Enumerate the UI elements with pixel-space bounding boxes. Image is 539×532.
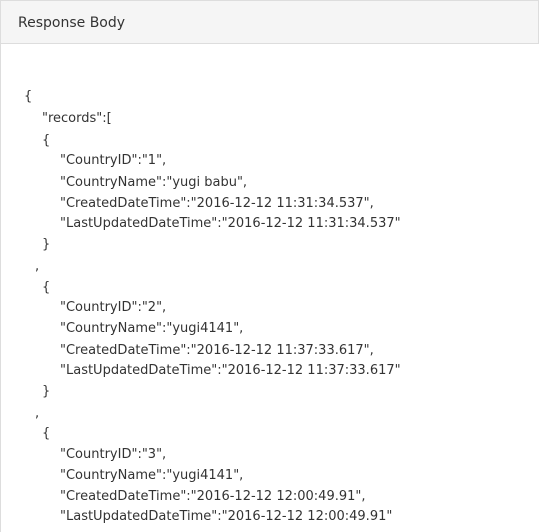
- json-line: {: [42, 426, 51, 441]
- response-body-content: { "records":[ { "CountryID":"1", "Countr…: [1, 45, 539, 532]
- panel-title: Response Body: [18, 15, 126, 31]
- json-line: "LastUpdatedDateTime":"2016-12-12 11:31:…: [60, 216, 401, 231]
- json-line: "CountryID":"2",: [60, 300, 167, 315]
- json-line: ,: [35, 406, 40, 421]
- json-line: "CountryName":"yugi4141",: [60, 468, 244, 483]
- json-line: ,: [35, 259, 40, 274]
- response-body-panel: Response Body { "records":[ { "CountryID…: [0, 0, 539, 532]
- json-line: "CreatedDateTime":"2016-12-12 11:31:34.5…: [60, 196, 374, 211]
- json-line: "CountryName":"yugi4141",: [60, 321, 244, 336]
- json-line: }: [42, 384, 51, 399]
- json-line: "LastUpdatedDateTime":"2016-12-12 12:00:…: [60, 509, 393, 524]
- json-line: "records":[: [42, 111, 112, 126]
- json-line: "LastUpdatedDateTime":"2016-12-12 11:37:…: [60, 363, 401, 378]
- json-line: {: [24, 89, 33, 104]
- json-line: {: [42, 133, 51, 148]
- json-line: "CreatedDateTime":"2016-12-12 12:00:49.9…: [60, 489, 366, 504]
- json-line: "CountryID":"1",: [60, 153, 167, 168]
- panel-heading: Response Body: [1, 0, 539, 44]
- json-line: {: [42, 280, 51, 295]
- json-line: "CreatedDateTime":"2016-12-12 11:37:33.6…: [60, 343, 374, 358]
- json-line: }: [42, 237, 51, 252]
- json-line: "CountryID":"3",: [60, 447, 167, 462]
- json-line: "CountryName":"yugi babu",: [60, 175, 248, 190]
